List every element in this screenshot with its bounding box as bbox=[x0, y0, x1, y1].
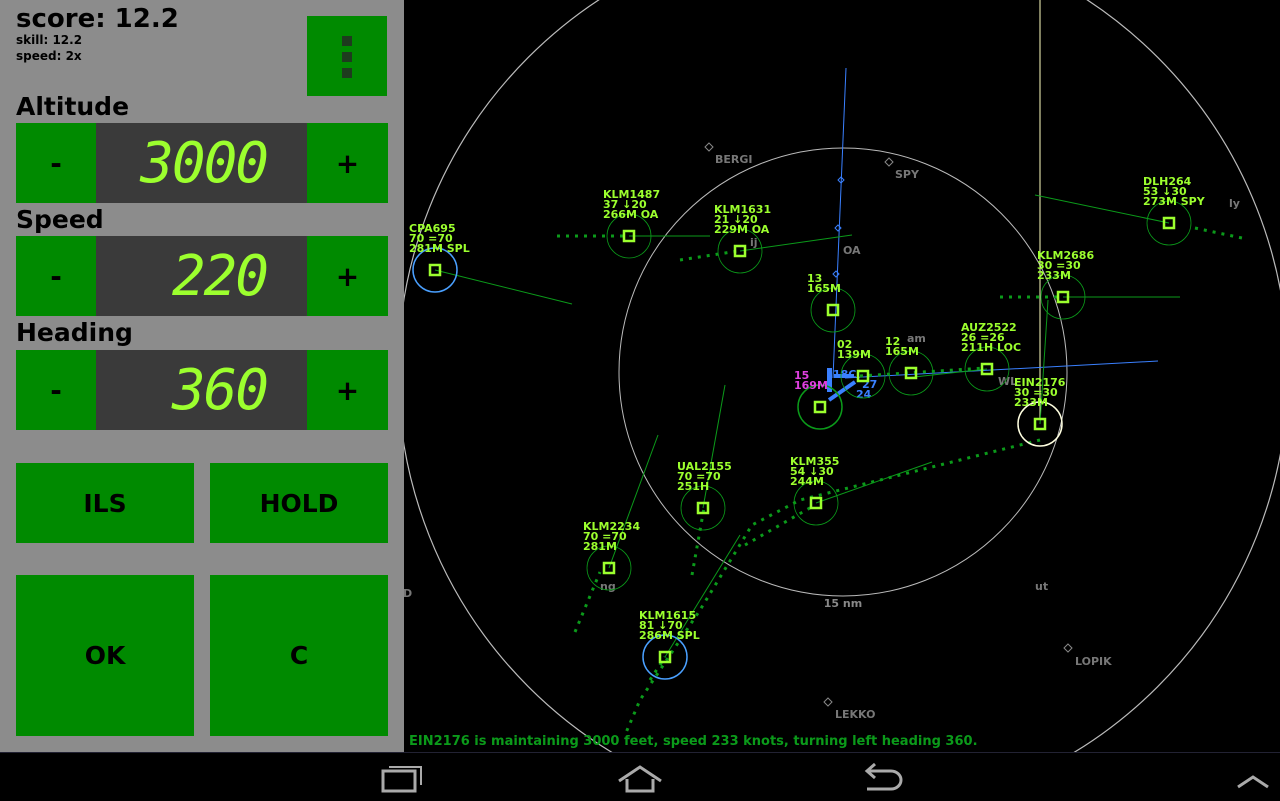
skill-text: skill: 12.2 bbox=[16, 33, 83, 47]
home-icon[interactable] bbox=[615, 761, 665, 795]
aircraft-info: 233M bbox=[1014, 396, 1048, 409]
aircraft-info: 165M bbox=[807, 282, 841, 295]
aircraft-KLM2686[interactable]: KLM268630 =30233M bbox=[1037, 249, 1094, 320]
ils-button[interactable]: ILS bbox=[16, 463, 194, 543]
up-chevron-icon[interactable] bbox=[1228, 761, 1278, 795]
runway-24 bbox=[827, 380, 857, 402]
aircraft-KLM355[interactable]: KLM35554 ↓30244M bbox=[790, 455, 839, 526]
back-icon[interactable] bbox=[857, 761, 907, 795]
aircraft-info: 233M bbox=[1037, 269, 1071, 282]
aircraft-UAL2155[interactable]: UAL215570 =70251H bbox=[677, 460, 732, 531]
waypoint-icon bbox=[884, 157, 894, 167]
altitude-plus-button[interactable]: + bbox=[307, 123, 388, 203]
navigation-bar bbox=[0, 752, 1280, 801]
speed-plus-button[interactable]: + bbox=[307, 236, 388, 316]
approach-fix-icon bbox=[832, 270, 840, 278]
altitude-minus-button[interactable]: - bbox=[16, 123, 96, 203]
approach-fix-icon bbox=[834, 224, 842, 232]
aircraft-info: 266M OA bbox=[603, 208, 659, 221]
hold-button[interactable]: HOLD bbox=[210, 463, 388, 543]
speed-factor-text: speed: 2x bbox=[16, 49, 82, 63]
waypoint-icon bbox=[704, 142, 714, 152]
aircraft-square-icon bbox=[813, 400, 827, 414]
aircraft-13[interactable]: 13165M bbox=[807, 272, 856, 333]
altitude-label: Altitude bbox=[16, 92, 130, 121]
waypoint-icon bbox=[1063, 643, 1073, 653]
waypoint-label: SPY bbox=[895, 168, 920, 181]
aircraft-trail bbox=[859, 366, 986, 378]
aircraft-info: 211H LOC bbox=[961, 341, 1021, 354]
aircraft-info: 281M SPL bbox=[409, 242, 470, 255]
control-panel: score: 12.2 skill: 12.2 speed: 2x Altitu… bbox=[0, 0, 404, 752]
waypoint-label: OA bbox=[843, 244, 861, 257]
aircraft-trail bbox=[1194, 226, 1243, 240]
ok-button[interactable]: OK bbox=[16, 575, 194, 736]
aircraft-trail bbox=[573, 571, 602, 633]
aircraft-info: 244M bbox=[790, 475, 824, 488]
overflow-menu-button[interactable] bbox=[307, 16, 387, 96]
runway-label: 24 bbox=[856, 388, 872, 401]
menu-dot-icon bbox=[342, 68, 352, 78]
status-message: EIN2176 is maintaining 3000 feet, speed … bbox=[409, 734, 978, 749]
waypoint-label: ng bbox=[600, 580, 616, 593]
aircraft-info: 251H bbox=[677, 480, 709, 493]
speed-display: 220 bbox=[96, 236, 307, 316]
speed-label: Speed bbox=[16, 205, 104, 234]
heading-vector bbox=[434, 269, 573, 305]
aircraft-DLH264[interactable]: DLH26453 ↓30273M SPY bbox=[1143, 175, 1206, 246]
waypoint-label: ij bbox=[750, 236, 758, 249]
aircraft-info: 165M bbox=[885, 345, 919, 358]
heading-display: 360 bbox=[96, 350, 307, 430]
aircraft-trail bbox=[690, 507, 706, 576]
aircraft-square-icon bbox=[826, 303, 840, 317]
waypoint-label: BERGI bbox=[715, 153, 753, 166]
approach-line-north bbox=[832, 67, 847, 379]
heading-minus-button[interactable]: - bbox=[16, 350, 96, 430]
recent-apps-icon[interactable] bbox=[377, 761, 427, 795]
aircraft-trail bbox=[679, 249, 739, 262]
waypoint-label: ut bbox=[1035, 580, 1048, 593]
aircraft-info: 286M SPL bbox=[639, 629, 700, 642]
waypoint-label: D bbox=[403, 587, 412, 600]
runway-label: 18C bbox=[833, 368, 856, 381]
altitude-display: 3000 bbox=[96, 123, 307, 203]
aircraft-KLM1631[interactable]: KLM163121 ↓20229M OA bbox=[714, 203, 771, 274]
aircraft-info: 273M SPY bbox=[1143, 195, 1206, 208]
waypoint-label: am bbox=[907, 332, 926, 345]
menu-dot-icon bbox=[342, 52, 352, 62]
aircraft-info: 229M OA bbox=[714, 223, 770, 236]
clear-button[interactable]: C bbox=[210, 575, 388, 736]
waypoint-label: ly bbox=[1229, 197, 1240, 210]
aircraft-CPA695[interactable]: CPA69570 =70281M SPL bbox=[409, 222, 470, 293]
aircraft-KLM1487[interactable]: KLM148737 ↓20266M OA bbox=[603, 188, 660, 259]
heading-label: Heading bbox=[16, 318, 133, 347]
heading-plus-button[interactable]: + bbox=[307, 350, 388, 430]
menu-dot-icon bbox=[342, 36, 352, 46]
aircraft-info: 281M bbox=[583, 540, 617, 553]
range-scale-label: 15 nm bbox=[824, 597, 862, 610]
score-text: score: 12.2 bbox=[16, 4, 179, 34]
aircraft-KLM1615[interactable]: KLM161581 ↓70286M SPL bbox=[639, 609, 700, 680]
waypoint-label: LEKKO bbox=[835, 708, 875, 721]
aircraft-info: 169M bbox=[794, 379, 828, 392]
aircraft-info: 139M bbox=[837, 348, 871, 361]
speed-minus-button[interactable]: - bbox=[16, 236, 96, 316]
waypoint-icon bbox=[823, 697, 833, 707]
heading-vector bbox=[904, 368, 988, 379]
waypoint-label: LOPIK bbox=[1075, 655, 1112, 668]
